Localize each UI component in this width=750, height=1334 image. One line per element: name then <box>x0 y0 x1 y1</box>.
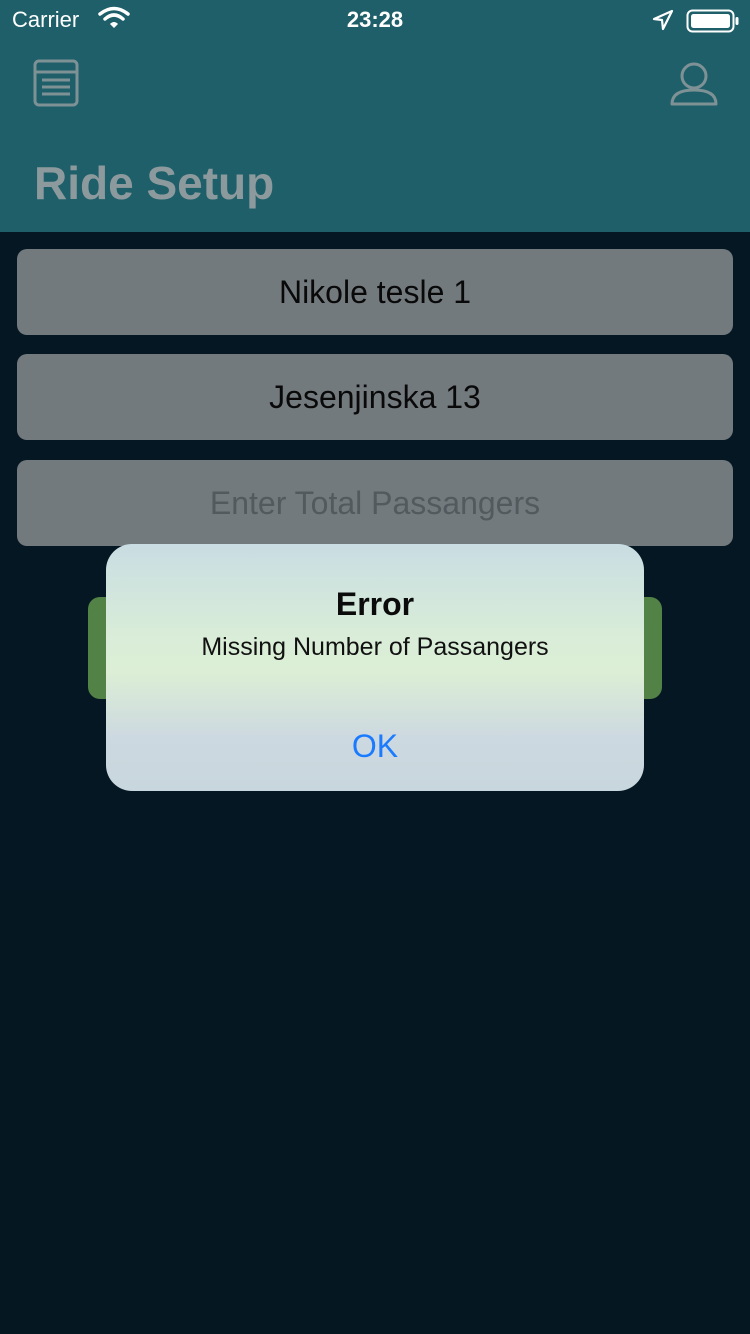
status-bar: Carrier 23:28 <box>0 0 750 40</box>
page-title: Ride Setup <box>34 157 275 209</box>
error-alert: Error Missing Number of Passangers OK <box>106 544 644 791</box>
alert-ok-button[interactable]: OK <box>106 702 644 791</box>
alert-title: Error <box>335 586 415 622</box>
status-time: 23:28 <box>346 7 404 32</box>
location-icon <box>652 9 674 37</box>
menu-icon[interactable] <box>32 58 80 113</box>
alert-message: Missing Number of Passangers <box>201 633 549 661</box>
header: Carrier 23:28 Ride Setup <box>0 0 750 232</box>
battery-icon <box>686 9 740 39</box>
profile-icon[interactable] <box>668 60 720 113</box>
